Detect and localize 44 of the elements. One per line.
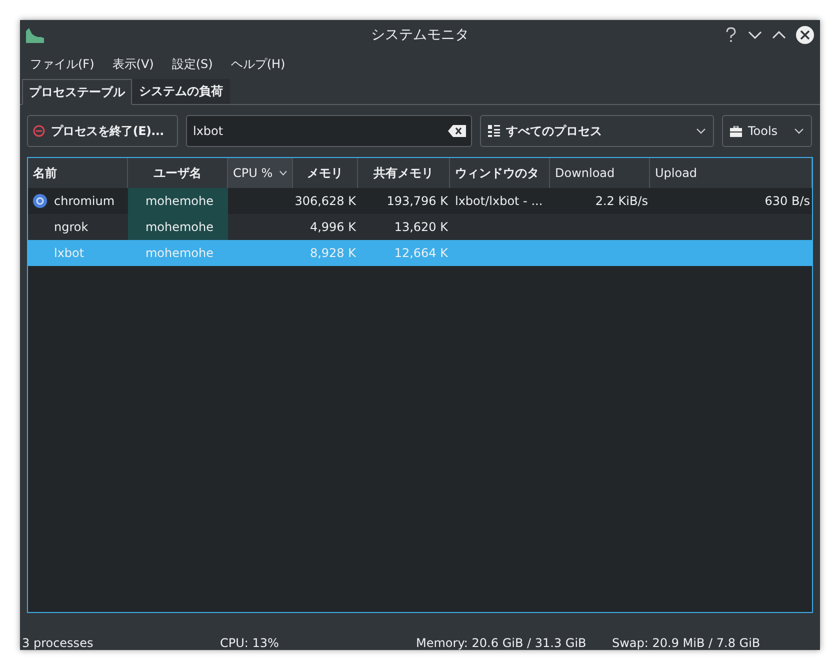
- table-cell: 13,620 K: [394, 220, 448, 234]
- chevron-down-icon: [696, 128, 706, 134]
- table-cell: 630 B/s: [764, 194, 810, 208]
- sort-caret-icon: [278, 170, 287, 176]
- process-count: 3 processes: [22, 636, 94, 650]
- stop-icon: [33, 125, 45, 137]
- cpu-usage: CPU: 13%: [220, 636, 280, 650]
- process-filter-dropdown[interactable]: すべてのプロセス: [480, 115, 714, 147]
- table-cell: lxbot: [54, 246, 84, 260]
- search-field[interactable]: lxbot: [186, 115, 472, 147]
- table-cell: mohemohe: [145, 194, 214, 208]
- toolbox-icon: [730, 126, 742, 136]
- maximize-icon[interactable]: [772, 30, 786, 40]
- table-cell: 12,664 K: [394, 246, 448, 260]
- close-icon[interactable]: [796, 26, 814, 44]
- table-cell: mohemohe: [145, 246, 214, 260]
- menu-item[interactable]: ヘルプ(H): [230, 56, 286, 73]
- tab[interactable]: システムの負荷: [132, 79, 230, 104]
- swap-usage: Swap: 20.9 MiB / 7.8 GiB: [612, 636, 760, 650]
- table-cell: lxbot/lxbot - ...: [455, 194, 543, 208]
- table-cell: 8,928 K: [310, 246, 356, 260]
- minimize-icon[interactable]: [748, 30, 762, 40]
- list-icon: [488, 125, 500, 137]
- table-cell: 2.2 KiB/s: [595, 194, 648, 208]
- table-cell: 4,996 K: [310, 220, 356, 234]
- menu-item[interactable]: 設定(S): [172, 56, 213, 73]
- help-icon[interactable]: [724, 27, 738, 43]
- window-title: システムモニタ: [371, 26, 469, 44]
- table-cell: mohemohe: [145, 220, 214, 234]
- tab[interactable]: プロセステーブル: [22, 79, 132, 105]
- menu-item[interactable]: 表示(V): [112, 56, 154, 73]
- menu-item[interactable]: ファイル(F): [30, 56, 94, 73]
- kill-process-button[interactable]: プロセスを終了(E)...: [27, 115, 178, 147]
- clear-icon[interactable]: [448, 125, 466, 137]
- memory-usage: Memory: 20.6 GiB / 31.3 GiB: [416, 636, 588, 650]
- table-cell: chromium: [54, 194, 115, 208]
- table-cell: 306,628 K: [294, 194, 356, 208]
- table-cell: 193,796 K: [386, 194, 448, 208]
- chart-icon: [26, 27, 44, 43]
- tools-button[interactable]: Tools: [722, 115, 812, 147]
- chevron-down-icon: [794, 128, 804, 134]
- table-cell: ngrok: [54, 220, 88, 234]
- column-header[interactable]: CPU %: [228, 158, 293, 188]
- table-row[interactable]: ngrok mohemohe 4,996 K 13,620 K: [28, 214, 812, 240]
